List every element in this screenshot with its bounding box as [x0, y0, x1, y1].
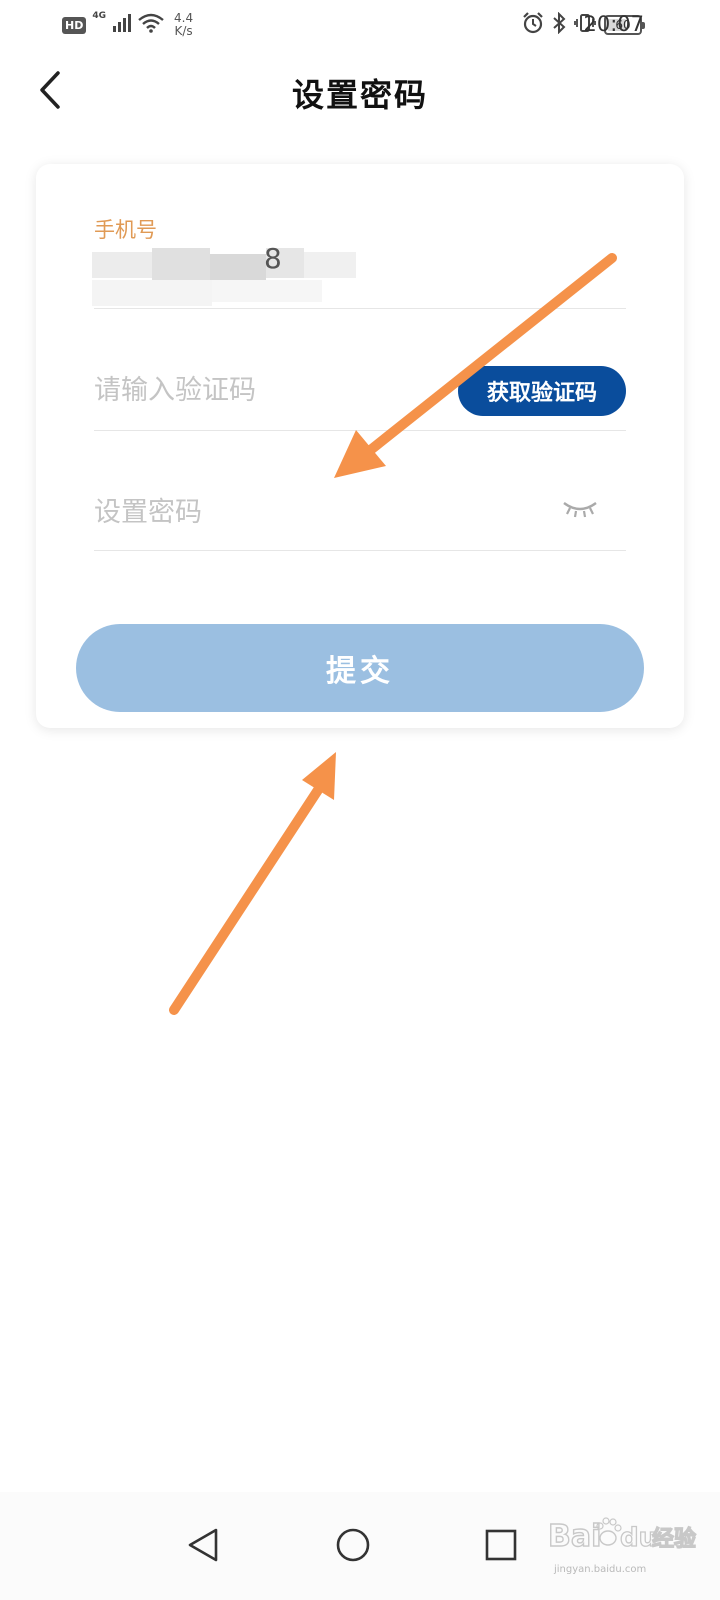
hd-badge: HD	[62, 16, 87, 34]
code-divider	[94, 430, 626, 431]
network-speed: 4.4 K/s	[174, 12, 193, 38]
phone-label: 手机号	[94, 218, 157, 242]
status-left: HD 4G 4.4 K/s	[62, 10, 193, 40]
nav-home-button[interactable]	[330, 1522, 376, 1568]
baidu-logo: Bai du 经验	[547, 1517, 697, 1555]
submit-button[interactable]: 提交	[76, 624, 644, 712]
eye-closed-icon	[563, 502, 597, 518]
speed-unit: K/s	[174, 24, 193, 38]
password-divider	[94, 550, 626, 551]
status-time: 20:07	[583, 12, 644, 36]
watermark-brand: Bai	[548, 1519, 601, 1554]
bluetooth-icon	[552, 11, 566, 38]
watermark-product: 经验	[652, 1526, 696, 1552]
get-code-button[interactable]: 获取验证码	[458, 366, 626, 416]
watermark-url: jingyan.baidu.com	[554, 1564, 647, 1575]
alarm-icon	[522, 12, 544, 38]
network-type: 4G	[92, 11, 106, 21]
status-bar: HD 4G 4.4 K/s 60 20:07	[0, 0, 720, 50]
verification-code-input[interactable]	[94, 360, 434, 420]
triangle-back-icon	[188, 1528, 218, 1562]
nav-back-button[interactable]	[180, 1522, 226, 1568]
signal-icon	[112, 14, 132, 36]
password-form-card: 手机号 8 获取验证码 提交	[36, 164, 684, 728]
phone-visible-digit: 8	[264, 242, 282, 275]
baidu-watermark: Bai du 经验	[547, 1512, 698, 1562]
battery-level: 60	[615, 18, 631, 32]
square-recents-icon	[485, 1529, 517, 1561]
circle-home-icon	[336, 1528, 370, 1562]
arrow-to-submit	[169, 752, 336, 1015]
page-title: 设置密码	[291, 76, 428, 114]
password-visibility-toggle[interactable]	[560, 494, 600, 524]
nav-recents-button[interactable]	[478, 1522, 524, 1568]
wifi-icon	[138, 13, 164, 37]
phone-divider	[94, 308, 626, 309]
password-input[interactable]	[94, 482, 514, 542]
